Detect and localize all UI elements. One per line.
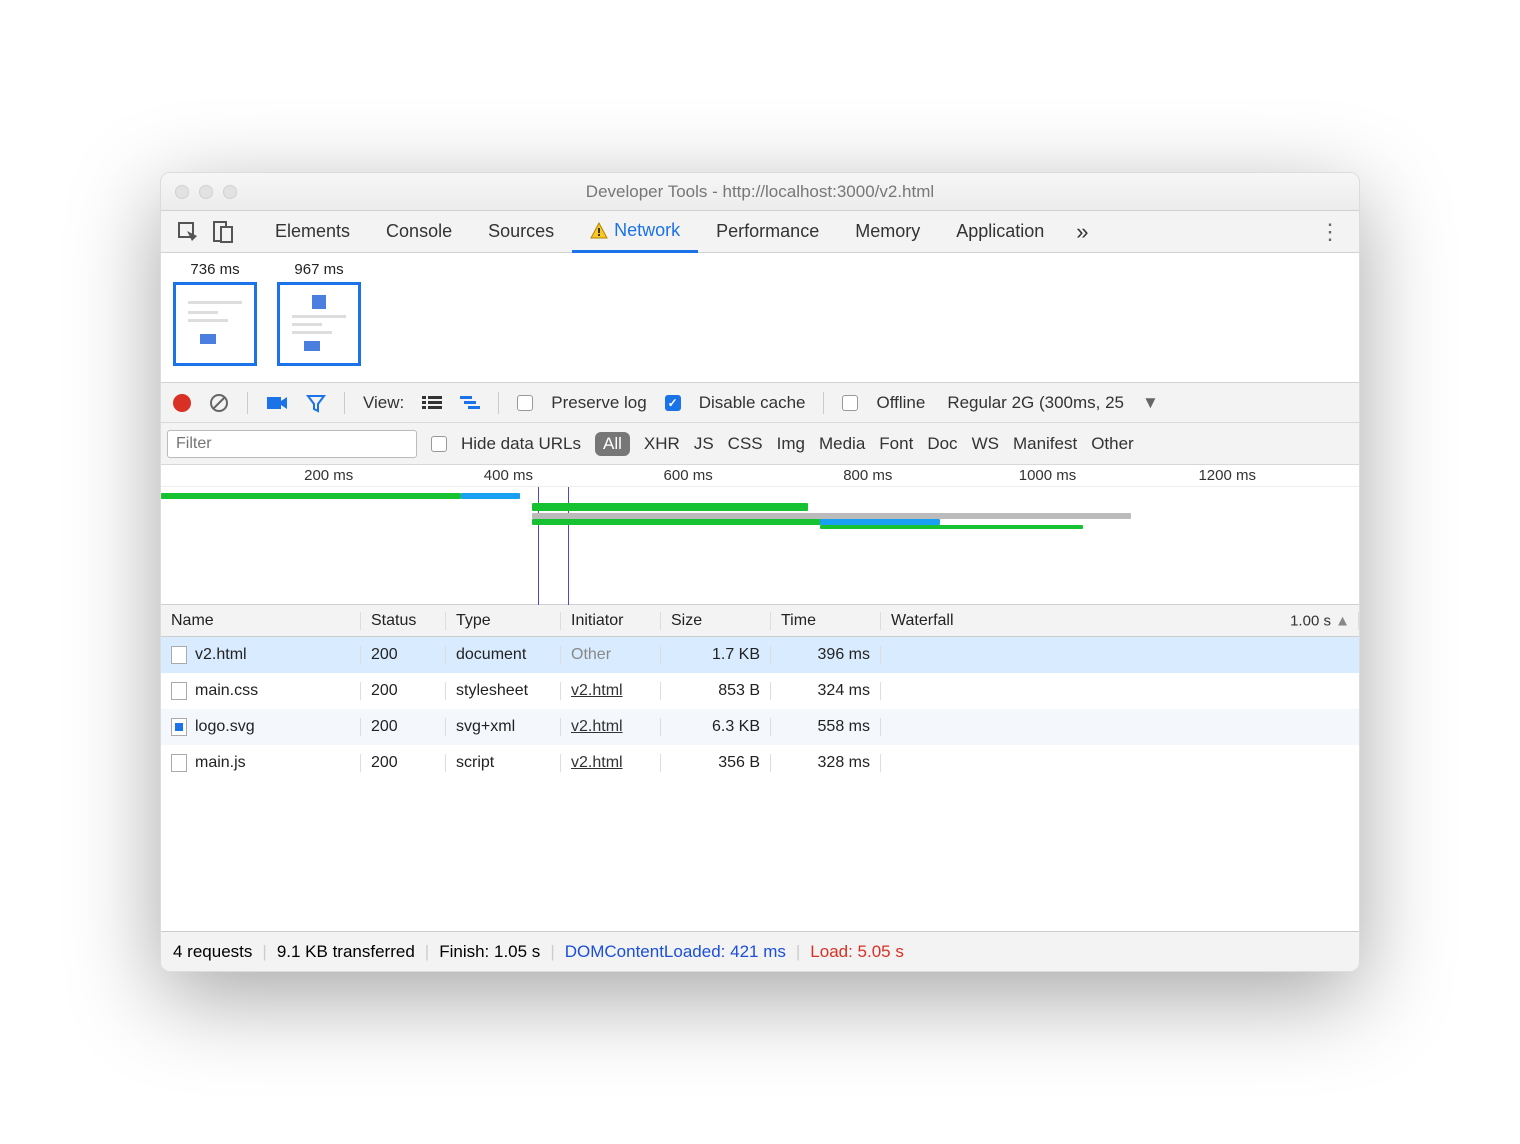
col-name[interactable]: Name — [161, 612, 361, 630]
filmstrip-frame[interactable]: 736 ms — [173, 261, 257, 366]
request-row[interactable]: logo.svg 200 svg+xml v2.html 6.3 KB 558 … — [161, 709, 1359, 745]
sort-icon: ▲ — [1335, 612, 1350, 629]
window-title: Developer Tools - http://localhost:3000/… — [161, 182, 1359, 202]
table-header: Name Status Type Initiator Size Time Wat… — [161, 605, 1359, 637]
dropdown-icon[interactable]: ▼ — [1142, 393, 1159, 413]
filter-type-manifest[interactable]: Manifest — [1013, 434, 1077, 454]
waterfall-view-icon[interactable] — [460, 395, 480, 411]
record-button[interactable] — [173, 394, 191, 412]
preserve-log-label: Preserve log — [551, 393, 646, 413]
col-type[interactable]: Type — [446, 612, 561, 630]
offline-checkbox[interactable] — [842, 395, 858, 411]
devtools-window: Developer Tools - http://localhost:3000/… — [160, 172, 1360, 972]
settings-menu-button[interactable]: ⋮ — [1301, 219, 1359, 245]
request-row[interactable]: v2.html 200 document Other 1.7 KB 396 ms — [161, 637, 1359, 673]
throttling-select[interactable]: Regular 2G (300ms, 25 — [947, 393, 1124, 413]
titlebar: Developer Tools - http://localhost:3000/… — [161, 173, 1359, 211]
timeline-overview[interactable]: 200 ms 400 ms 600 ms 800 ms 1000 ms 1200… — [161, 465, 1359, 605]
request-row[interactable]: main.css 200 stylesheet v2.html 853 B 32… — [161, 673, 1359, 709]
view-label: View: — [363, 393, 404, 413]
filter-input[interactable] — [167, 430, 417, 458]
more-tabs-button[interactable]: » — [1062, 219, 1102, 245]
network-toolbar: View: Preserve log Disable cache Offline… — [161, 383, 1359, 423]
tab-sources[interactable]: Sources — [470, 211, 572, 253]
status-bar: 4 requests| 9.1 KB transferred| Finish: … — [161, 931, 1359, 971]
tab-elements[interactable]: Elements — [257, 211, 368, 253]
col-initiator[interactable]: Initiator — [561, 612, 661, 630]
request-row[interactable]: main.js 200 script v2.html 356 B 328 ms — [161, 745, 1359, 781]
filter-type-font[interactable]: Font — [879, 434, 913, 454]
col-status[interactable]: Status — [361, 612, 446, 630]
list-view-icon[interactable] — [422, 395, 442, 411]
request-table: v2.html 200 document Other 1.7 KB 396 ms… — [161, 637, 1359, 931]
col-size[interactable]: Size — [661, 612, 771, 630]
panel-tabs: Elements Console Sources Network Perform… — [161, 211, 1359, 253]
tab-performance[interactable]: Performance — [698, 211, 837, 253]
filter-type-ws[interactable]: WS — [972, 434, 999, 454]
filter-type-xhr[interactable]: XHR — [644, 434, 680, 454]
hide-data-urls-label: Hide data URLs — [461, 434, 581, 454]
warning-icon — [590, 222, 608, 240]
filter-type-other[interactable]: Other — [1091, 434, 1134, 454]
filmstrip: 736 ms 967 ms — [161, 253, 1359, 383]
tab-application[interactable]: Application — [938, 211, 1062, 253]
summary-requests: 4 requests — [173, 942, 252, 962]
summary-load: Load: 5.05 s — [810, 942, 904, 962]
disable-cache-label: Disable cache — [699, 393, 806, 413]
filter-icon[interactable] — [306, 393, 326, 413]
preserve-log-checkbox[interactable] — [517, 395, 533, 411]
filter-bar: Hide data URLs All XHR JS CSS Img Media … — [161, 423, 1359, 465]
device-toolbar-icon[interactable] — [213, 221, 233, 243]
filter-type-js[interactable]: JS — [694, 434, 714, 454]
col-waterfall[interactable]: Waterfall 1.00 s ▲ — [881, 612, 1359, 630]
col-time[interactable]: Time — [771, 612, 881, 630]
filter-type-img[interactable]: Img — [777, 434, 805, 454]
tab-console[interactable]: Console — [368, 211, 470, 253]
disable-cache-checkbox[interactable] — [665, 395, 681, 411]
summary-transferred: 9.1 KB transferred — [277, 942, 415, 962]
filmstrip-frame[interactable]: 967 ms — [277, 261, 361, 366]
hide-data-urls-checkbox[interactable] — [431, 436, 447, 452]
filter-type-all[interactable]: All — [595, 432, 630, 456]
offline-label: Offline — [876, 393, 925, 413]
tab-memory[interactable]: Memory — [837, 211, 938, 253]
filter-type-css[interactable]: CSS — [728, 434, 763, 454]
camera-icon[interactable] — [266, 394, 288, 412]
summary-finish: Finish: 1.05 s — [439, 942, 540, 962]
summary-domcontentloaded: DOMContentLoaded: 421 ms — [565, 942, 786, 962]
inspect-icon[interactable] — [177, 221, 199, 243]
filter-type-doc[interactable]: Doc — [927, 434, 957, 454]
clear-icon[interactable] — [209, 393, 229, 413]
filter-type-media[interactable]: Media — [819, 434, 865, 454]
tab-network[interactable]: Network — [572, 211, 698, 253]
